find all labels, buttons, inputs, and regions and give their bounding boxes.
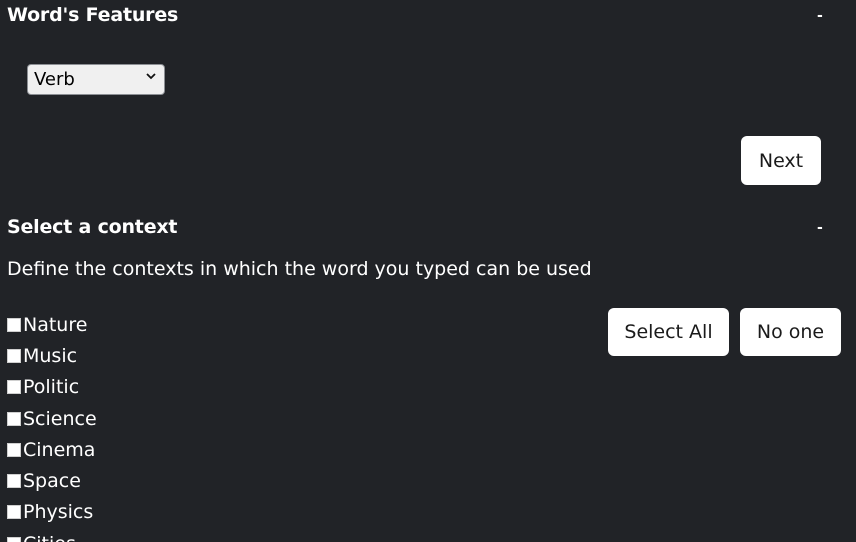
context-description: Define the contexts in which the word yo… bbox=[7, 258, 592, 280]
no-one-button[interactable]: No one bbox=[740, 308, 841, 356]
context-title: Select a context bbox=[7, 216, 178, 238]
context-label[interactable]: Cities bbox=[23, 533, 76, 542]
context-label[interactable]: Nature bbox=[23, 314, 87, 336]
context-checkbox[interactable] bbox=[7, 380, 21, 395]
word-type-select[interactable]: Verb bbox=[27, 64, 165, 95]
context-label[interactable]: Politic bbox=[23, 376, 79, 398]
context-item: Science bbox=[7, 403, 97, 434]
context-list: Nature Music Politic Science Cinema Spac… bbox=[7, 309, 97, 542]
context-label[interactable]: Science bbox=[23, 408, 97, 430]
context-label[interactable]: Cinema bbox=[23, 439, 95, 461]
context-checkbox[interactable] bbox=[7, 411, 21, 426]
word-type-select-wrapper: Verb bbox=[27, 64, 165, 95]
context-collapse-button[interactable]: - bbox=[817, 220, 823, 236]
context-item: Physics bbox=[7, 497, 97, 528]
context-item: Space bbox=[7, 465, 97, 496]
context-item: Nature bbox=[7, 309, 97, 340]
context-checkbox[interactable] bbox=[7, 505, 21, 520]
context-checkbox[interactable] bbox=[7, 348, 21, 363]
features-title: Word's Features bbox=[7, 4, 179, 26]
select-all-button[interactable]: Select All bbox=[608, 308, 729, 356]
context-label[interactable]: Space bbox=[23, 470, 81, 492]
context-checkbox[interactable] bbox=[7, 442, 21, 457]
context-item: Politic bbox=[7, 372, 97, 403]
context-label[interactable]: Music bbox=[23, 345, 77, 367]
context-label[interactable]: Physics bbox=[23, 501, 93, 523]
context-checkbox[interactable] bbox=[7, 474, 21, 489]
context-checkbox[interactable] bbox=[7, 317, 21, 332]
next-button[interactable]: Next bbox=[741, 136, 821, 185]
features-collapse-button[interactable]: - bbox=[817, 8, 823, 24]
context-item: Music bbox=[7, 340, 97, 371]
context-item: Cinema bbox=[7, 434, 97, 465]
context-checkbox[interactable] bbox=[7, 536, 21, 542]
page: Word's Features - Verb Next Select a con… bbox=[0, 0, 856, 542]
context-item: Cities bbox=[7, 528, 97, 542]
